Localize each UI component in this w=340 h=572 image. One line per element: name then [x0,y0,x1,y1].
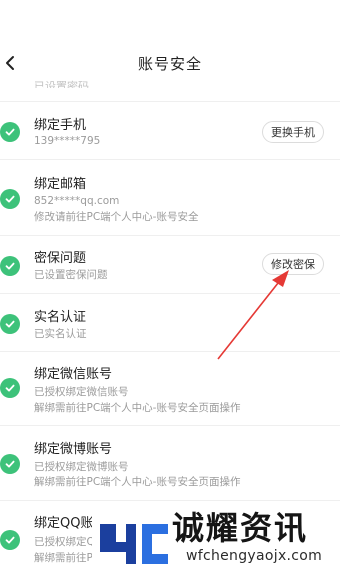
watermark-logo-icon [100,524,168,564]
watermark-url: wfchengyaojx.com [186,548,323,564]
annotation-arrow [217,270,289,360]
watermark-name: 诚耀资讯 [172,509,309,547]
